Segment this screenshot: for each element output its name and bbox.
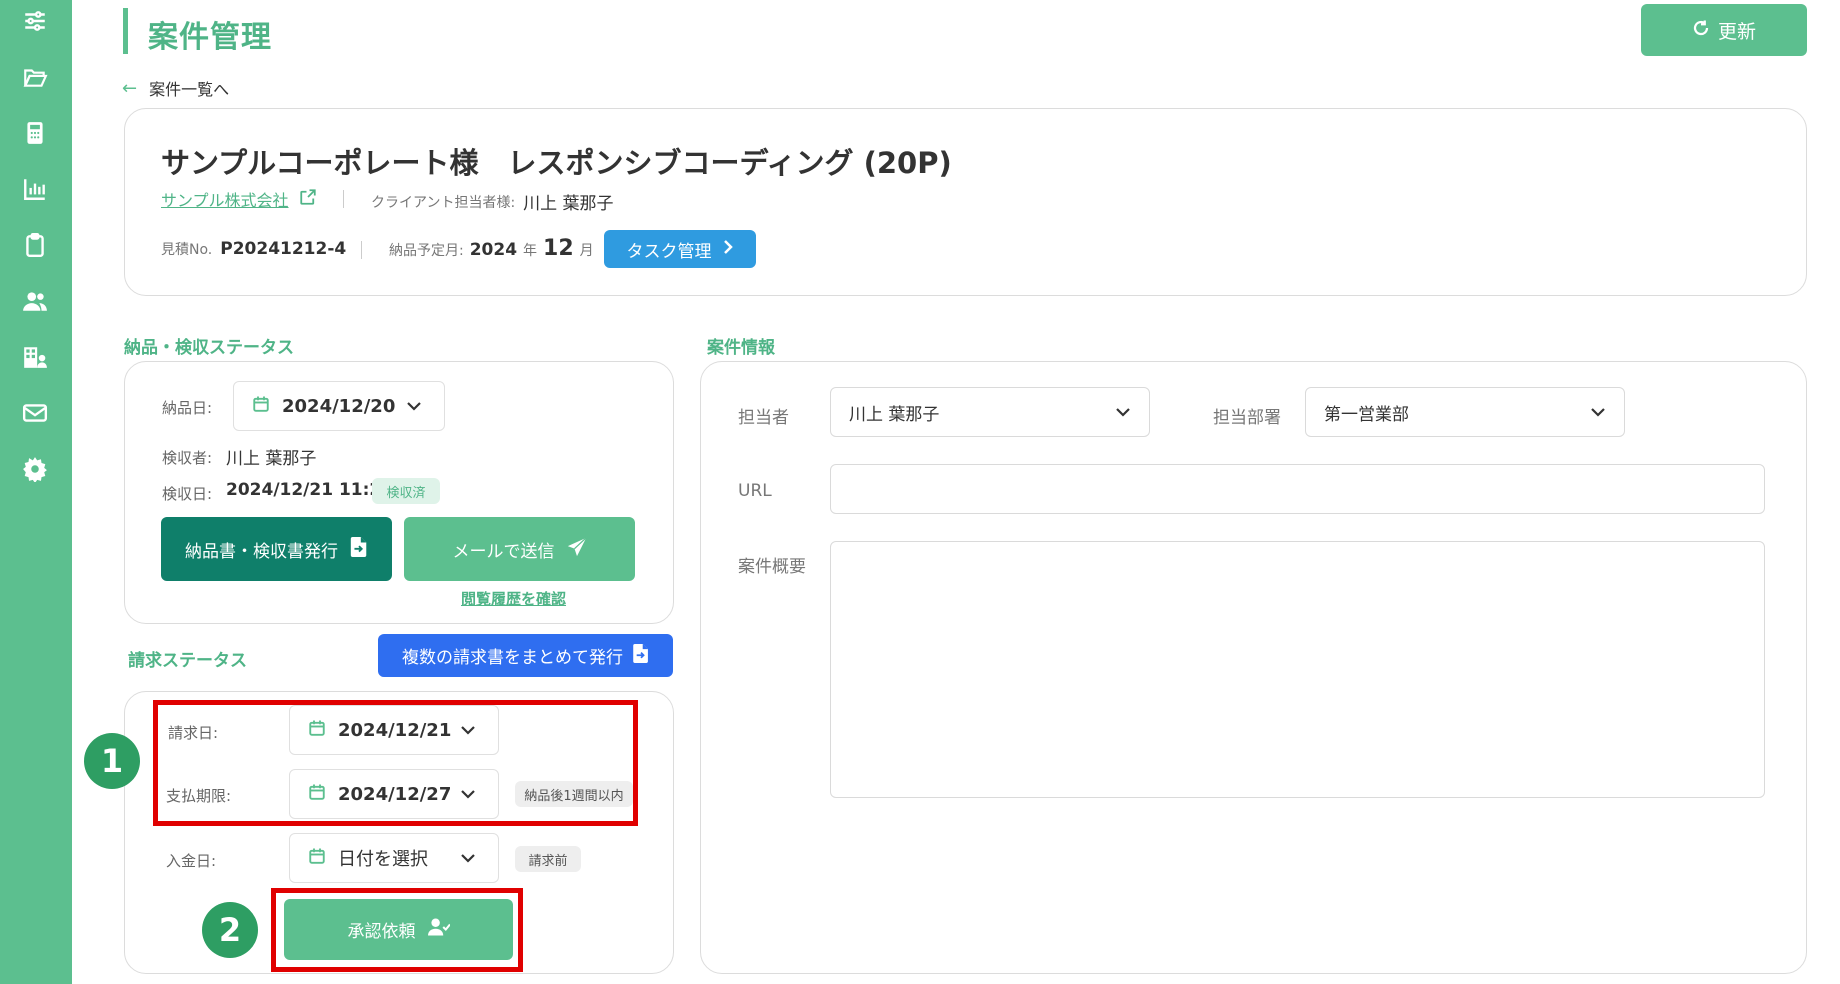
back-link-label: 案件一覧へ bbox=[149, 80, 230, 99]
chevron-right-icon bbox=[722, 239, 734, 259]
client-company-link[interactable]: サンプル株式会社 bbox=[161, 187, 317, 211]
client-contact-name: 川上 葉那子 bbox=[523, 194, 614, 214]
inspector-label: 検収者: bbox=[162, 449, 213, 467]
send-mail-label: メールで送信 bbox=[452, 541, 555, 562]
delivery-month-value: 12 bbox=[543, 236, 574, 261]
step-number-2: 2 bbox=[202, 902, 258, 958]
arrow-left-icon: ← bbox=[122, 77, 138, 99]
project-name: サンプルコーポレート様 レスポンシブコーディング (20P) bbox=[161, 146, 952, 180]
paper-plane-icon bbox=[567, 536, 587, 562]
payment-date-picker[interactable]: 日付を選択 bbox=[289, 833, 499, 883]
issue-documents-button[interactable]: 納品書・検収書発行 bbox=[161, 517, 392, 581]
client-contact: クライアント担当者様: 川上 葉那子 bbox=[371, 189, 614, 214]
sliders-icon[interactable] bbox=[20, 6, 50, 36]
delivery-date-value: 2024/12/20 bbox=[282, 395, 396, 417]
owner-label: 担当者 bbox=[738, 408, 789, 428]
summary-textarea[interactable] bbox=[830, 541, 1765, 798]
estimate-label: 見積No. bbox=[161, 242, 213, 258]
refresh-button[interactable]: 更新 bbox=[1641, 4, 1807, 56]
url-input[interactable] bbox=[830, 464, 1765, 514]
billing-status-title: 請求ステータス bbox=[128, 651, 247, 671]
highlight-box-2 bbox=[271, 888, 523, 972]
delivery-year: 2024 bbox=[469, 240, 518, 260]
file-export-icon bbox=[633, 643, 649, 668]
refresh-label: 更新 bbox=[1717, 20, 1756, 43]
calendar-icon bbox=[252, 395, 270, 418]
department-value: 第一営業部 bbox=[1324, 404, 1409, 425]
department-label: 担当部署 bbox=[1213, 408, 1281, 428]
inspection-date-value: 2024/12/21 11:28 bbox=[226, 480, 394, 500]
calendar-icon bbox=[308, 847, 326, 870]
calculator-icon[interactable] bbox=[20, 118, 50, 148]
bulk-invoice-button[interactable]: 複数の請求書をまとめて発行 bbox=[378, 634, 673, 677]
chevron-down-icon bbox=[460, 848, 476, 873]
external-link-icon bbox=[299, 188, 317, 210]
delivery-date-picker[interactable]: 2024/12/20 bbox=[233, 381, 445, 431]
folder-open-icon[interactable] bbox=[20, 62, 50, 92]
users-icon[interactable] bbox=[20, 286, 50, 316]
summary-label: 案件概要 bbox=[738, 557, 806, 577]
payment-date-label: 入金日: bbox=[166, 852, 217, 870]
delivery-month-label: 納品予定月: bbox=[389, 243, 464, 259]
view-history-link[interactable]: 閲覧履歴を確認 bbox=[461, 588, 566, 609]
inspector-name: 川上 葉那子 bbox=[226, 449, 317, 469]
chevron-down-icon bbox=[1590, 402, 1606, 427]
clipboard-icon[interactable] bbox=[20, 230, 50, 260]
payment-status-badge: 請求前 bbox=[515, 846, 581, 872]
file-export-icon bbox=[350, 536, 368, 562]
sidebar bbox=[0, 0, 72, 984]
delivery-month: 納品予定月: 2024 年 12 月 bbox=[389, 236, 594, 261]
gear-icon[interactable] bbox=[20, 454, 50, 484]
project-info-title: 案件情報 bbox=[707, 338, 775, 358]
task-management-button[interactable]: タスク管理 bbox=[604, 230, 756, 268]
owner-value: 川上 葉那子 bbox=[849, 404, 940, 425]
chevron-down-icon bbox=[406, 396, 422, 421]
step-number-1: 1 bbox=[84, 733, 140, 789]
payment-date-placeholder: 日付を選択 bbox=[338, 849, 428, 870]
highlight-box-1 bbox=[153, 700, 638, 826]
inspection-status-badge: 検収済 bbox=[372, 478, 440, 504]
year-unit: 年 bbox=[523, 243, 538, 259]
chevron-down-icon bbox=[1115, 402, 1131, 427]
delivery-status-title: 納品・検収ステータス bbox=[124, 338, 294, 358]
divider bbox=[343, 190, 344, 208]
month-unit: 月 bbox=[579, 243, 594, 259]
bar-chart-icon[interactable] bbox=[20, 174, 50, 204]
send-mail-button[interactable]: メールで送信 bbox=[404, 517, 635, 581]
client-company-name: サンプル株式会社 bbox=[161, 191, 289, 210]
bulk-invoice-label: 複数の請求書をまとめて発行 bbox=[402, 648, 623, 668]
estimate-value: P20241212-4 bbox=[220, 239, 347, 259]
mail-icon[interactable] bbox=[20, 398, 50, 428]
department-select[interactable]: 第一営業部 bbox=[1305, 387, 1625, 437]
url-label: URL bbox=[738, 481, 772, 501]
delivery-date-label: 納品日: bbox=[162, 399, 213, 417]
inspection-date-label: 検収日: bbox=[162, 485, 213, 503]
estimate-number: 見積No. P20241212-4 bbox=[161, 239, 346, 259]
building-user-icon[interactable] bbox=[20, 342, 50, 372]
owner-select[interactable]: 川上 葉那子 bbox=[830, 387, 1150, 437]
task-button-label: タスク管理 bbox=[626, 241, 712, 262]
page-title: 案件管理 bbox=[148, 20, 272, 55]
client-contact-label: クライアント担当者様: bbox=[371, 194, 516, 211]
refresh-icon bbox=[1692, 19, 1710, 42]
back-link[interactable]: ← 案件一覧へ bbox=[122, 76, 229, 100]
issue-documents-label: 納品書・検収書発行 bbox=[185, 541, 338, 562]
divider bbox=[361, 241, 362, 259]
title-accent-bar bbox=[123, 8, 128, 54]
